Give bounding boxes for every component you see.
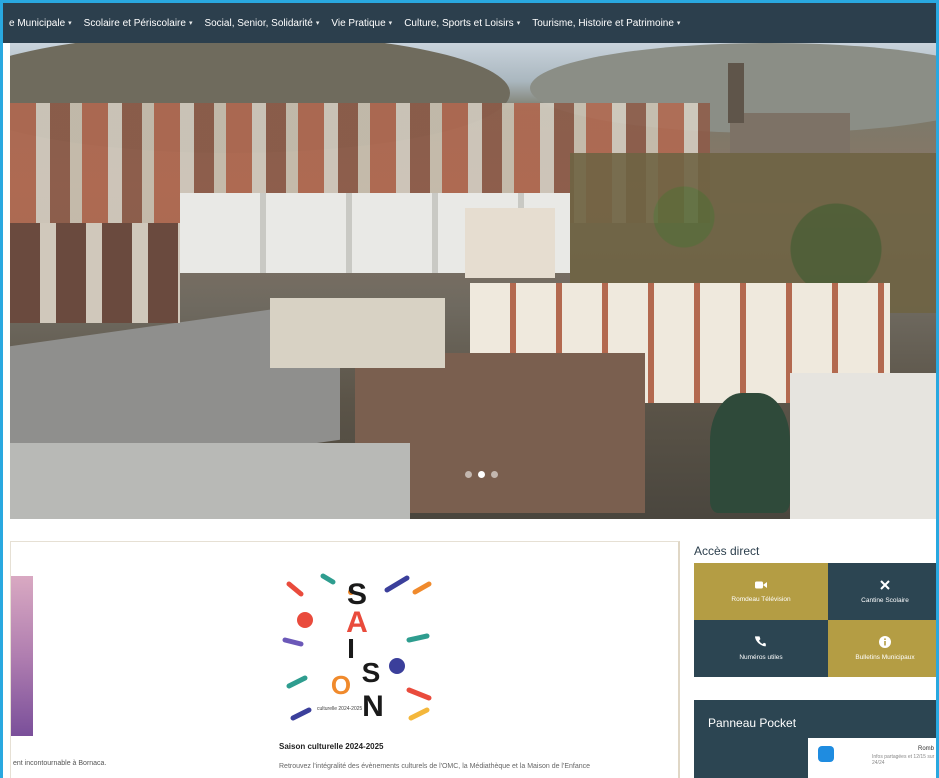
nav-item-label: Scolaire et Périscolaire (83, 17, 186, 29)
poster-small-text: culturelle 2024-2025 (317, 706, 363, 712)
hero-left-houses (10, 223, 180, 323)
saison-culturelle-poster[interactable]: S A I S O N culturelle 2024-2025 (279, 570, 435, 730)
news-caption-left[interactable]: ent incontournable à Bornaca. (13, 760, 106, 767)
news-thumbnail-left[interactable] (11, 576, 33, 736)
panneau-pocket-card[interactable]: Romb Infos partagées et 12/15 sur 24/24 (808, 738, 936, 778)
info-icon (879, 636, 891, 648)
panneau-pocket-info: Infos partagées et 12/15 sur 24/24 (872, 754, 935, 766)
chevron-down-icon: ▾ (516, 20, 521, 27)
panneau-pocket-title: Panneau Pocket (708, 716, 797, 730)
slider-dot-active[interactable] (478, 471, 485, 478)
hero-slider (10, 43, 936, 519)
nav-item-scolaire[interactable]: Scolaire et Périscolaire ▾ (78, 18, 199, 29)
nav-item-tourisme[interactable]: Tourisme, Histoire et Patrimoine ▾ (526, 18, 686, 29)
hero-church-spire (728, 63, 744, 123)
tile-numeros-utiles[interactable]: Numéros utiles (694, 620, 828, 677)
slider-dots (465, 471, 498, 478)
nav-item-label: Vie Pratique (331, 17, 386, 29)
news-title[interactable]: Saison culturelle 2024-2025 (279, 742, 384, 751)
news-carousel: ent incontournable à Bornaca. S A I S O … (10, 541, 680, 778)
tile-cantine-scolaire[interactable]: Cantine Scolaire (828, 563, 936, 620)
slider-dot[interactable] (491, 471, 498, 478)
nav-item-label: e Municipale (9, 17, 66, 29)
chevron-down-icon: ▾ (315, 20, 320, 27)
hero-apartment (465, 208, 555, 278)
hero-school (270, 298, 445, 368)
browser-frame: e Municipale ▾ Scolaire et Périscolaire … (0, 0, 939, 778)
phone-icon (755, 636, 766, 647)
tile-label: Cantine Scolaire (861, 597, 909, 604)
tile-bulletins-municipaux[interactable]: Bulletins Municipaux (828, 620, 936, 677)
hero-right-buildings (790, 373, 936, 519)
tile-label: Romdeau Télévision (731, 596, 791, 603)
video-camera-icon (755, 581, 767, 589)
poster-letter: O (331, 670, 351, 700)
tile-romdeau-television[interactable]: Romdeau Télévision (694, 563, 828, 620)
nav-item-label: Tourisme, Histoire et Patrimoine (532, 17, 674, 29)
nav-item-vie-pratique[interactable]: Vie Pratique ▾ (325, 18, 398, 29)
panneau-pocket-app-icon (818, 746, 834, 762)
slider-dot[interactable] (465, 471, 472, 478)
chevron-down-icon: ▾ (68, 20, 72, 27)
news-description: Retrouvez l'intégralité des évènements c… (279, 763, 591, 770)
utensils-icon (880, 580, 890, 590)
hero-gym-wall (10, 443, 410, 519)
poster-letter: S (362, 657, 381, 688)
main-nav: e Municipale ▾ Scolaire et Périscolaire … (3, 3, 936, 43)
poster-letter: I (347, 633, 355, 664)
nav-item-social[interactable]: Social, Senior, Solidarité ▾ (198, 18, 325, 29)
nav-item-vie-municipale[interactable]: e Municipale ▾ (3, 18, 78, 29)
acces-direct-grid: Romdeau Télévision Cantine Scolaire Numé… (694, 563, 936, 677)
tile-label: Bulletins Municipaux (855, 654, 915, 661)
acces-direct-title: Accès direct (694, 544, 760, 558)
chevron-down-icon: ▾ (188, 20, 193, 27)
chevron-down-icon: ▾ (388, 20, 393, 27)
nav-item-label: Social, Senior, Solidarité (204, 17, 313, 29)
panneau-pocket-widget: Panneau Pocket Romb Infos partagées et 1… (694, 700, 936, 778)
nav-item-label: Culture, Sports et Loisirs (404, 17, 514, 29)
chevron-down-icon: ▾ (676, 20, 681, 27)
nav-item-culture[interactable]: Culture, Sports et Loisirs ▾ (398, 18, 526, 29)
panneau-pocket-city: Romb (918, 746, 935, 752)
hero-cypress (710, 393, 790, 513)
tile-label: Numéros utiles (739, 654, 783, 661)
poster-letter: N (362, 690, 384, 723)
